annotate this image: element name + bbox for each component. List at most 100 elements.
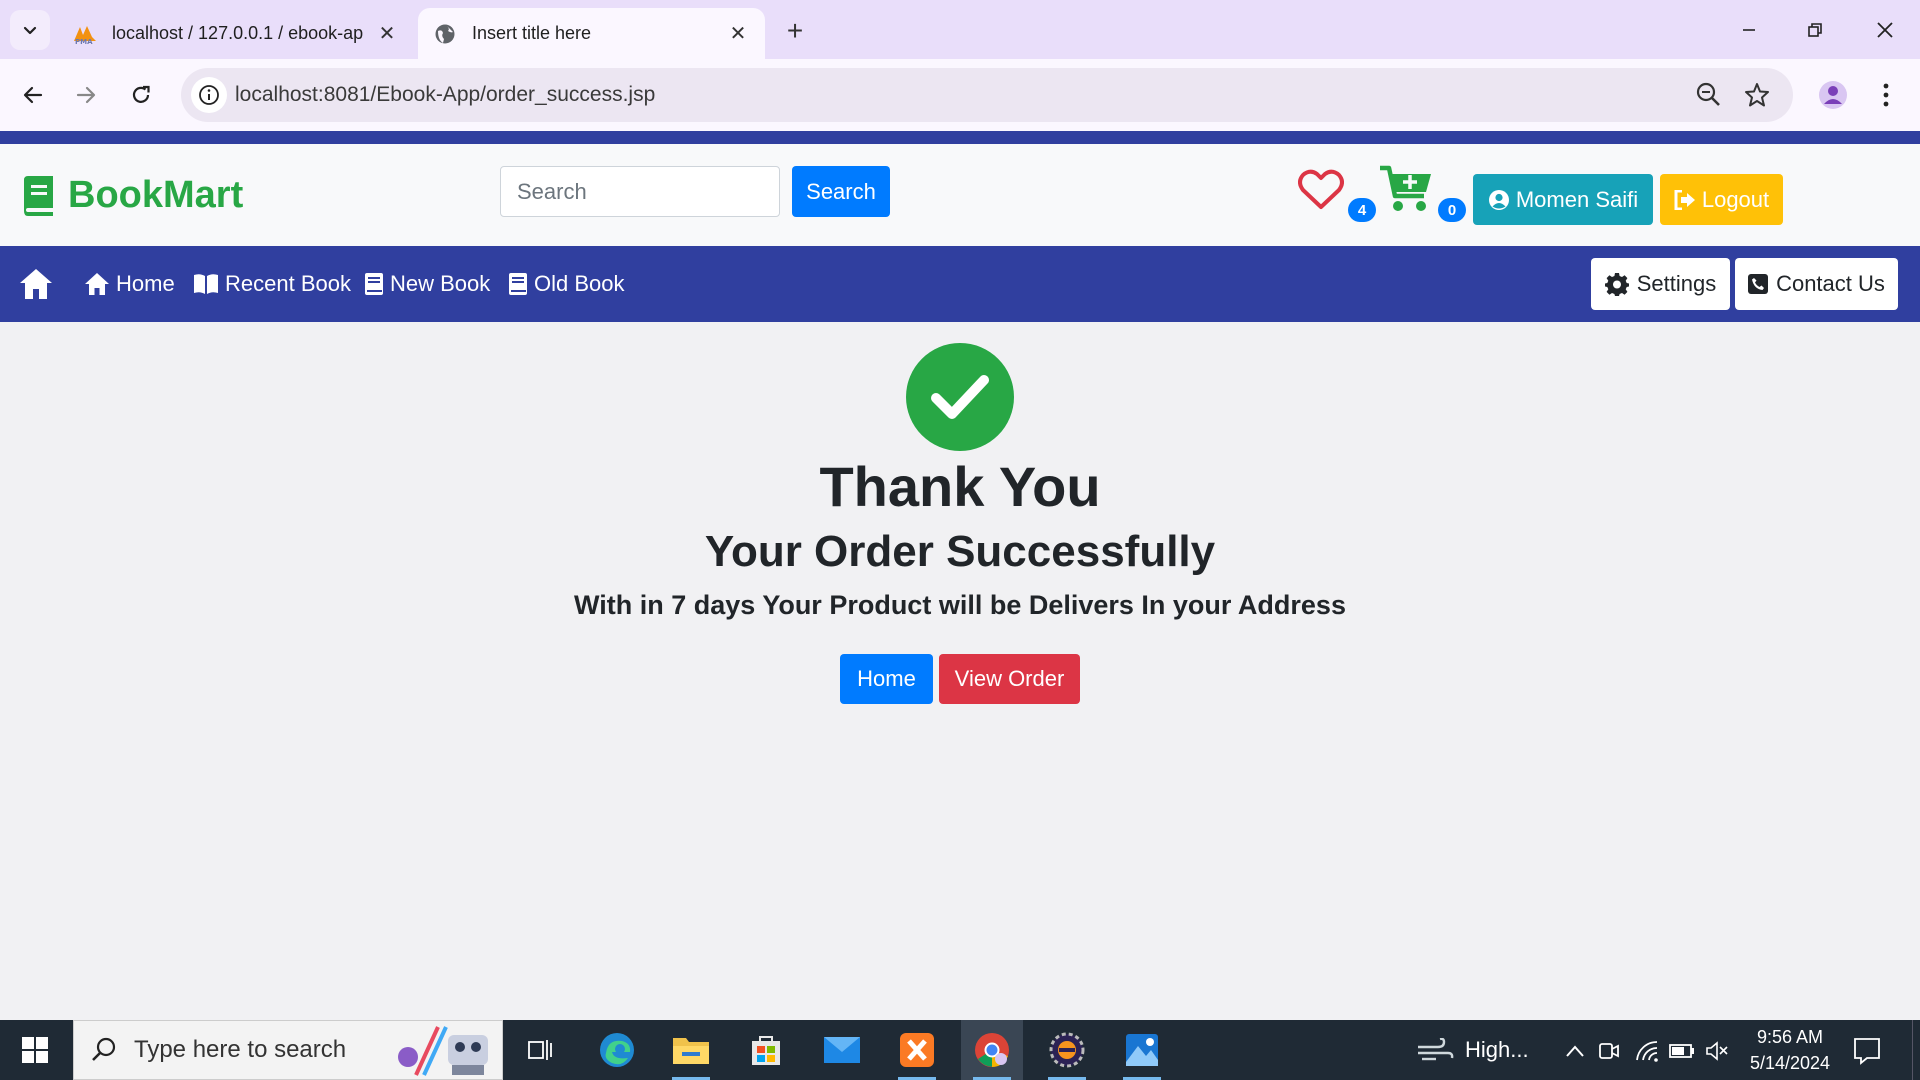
show-desktop-button[interactable] [1912, 1020, 1920, 1080]
phpmyadmin-icon: PMA [72, 21, 98, 47]
delivery-message: With in 7 days Your Product will be Deli… [574, 590, 1346, 620]
cart-count-badge: 0 [1438, 198, 1466, 222]
chrome-icon [975, 1033, 1009, 1068]
nav-item-label: New Book [390, 271, 491, 296]
meet-now-icon[interactable] [1596, 1038, 1622, 1064]
globe-icon [432, 21, 458, 47]
tab-title: Insert title here [472, 23, 592, 43]
new-tab-button[interactable]: + [778, 14, 812, 48]
browser-menu-button[interactable] [1870, 75, 1902, 115]
zoom-icon[interactable] [1695, 81, 1723, 109]
start-button[interactable] [0, 1020, 70, 1080]
edge-icon [600, 1033, 634, 1067]
restore-icon [1808, 23, 1822, 37]
user-profile-button[interactable]: Momen Saifi [1473, 174, 1653, 225]
taskbar-search-box[interactable]: Type here to search [73, 1020, 503, 1080]
folder-icon [673, 1038, 709, 1064]
tab-phpmyadmin[interactable]: PMA localhost / 127.0.0.1 / ebook-ap ✕ [58, 8, 414, 59]
close-icon[interactable]: ✕ [723, 19, 753, 49]
nav-item-home[interactable]: Home [84, 246, 175, 322]
close-icon [1877, 22, 1893, 38]
main-navbar: Home Recent Book New Book Old Book Setti… [0, 246, 1920, 322]
home-icon [85, 273, 109, 295]
settings-button[interactable]: Settings [1591, 258, 1730, 310]
cart-plus-icon[interactable] [1380, 164, 1434, 214]
mail-icon [824, 1037, 860, 1063]
home-icon[interactable] [18, 267, 54, 301]
taskbar-eclipse[interactable] [1036, 1020, 1098, 1080]
tab-search-button[interactable] [10, 10, 50, 50]
logout-button[interactable]: Logout [1660, 174, 1783, 225]
notification-icon[interactable] [1852, 1036, 1882, 1066]
volume-muted-icon[interactable] [1704, 1038, 1730, 1064]
close-icon[interactable]: ✕ [372, 19, 402, 49]
search-icon [92, 1037, 116, 1061]
clock-date: 5/14/2024 [1749, 1053, 1831, 1073]
nav-item-old-book[interactable]: Old Book [508, 246, 625, 322]
book-icon [509, 273, 527, 295]
url-text[interactable]: localhost:8081/Ebook-App/order_success.j… [235, 83, 655, 107]
profile-button[interactable] [1813, 75, 1853, 115]
tab-active[interactable]: Insert title here ✕ [418, 8, 765, 59]
taskbar-clock[interactable]: 9:56 AM 5/14/2024 [1740, 1024, 1840, 1076]
photos-icon [1126, 1034, 1158, 1066]
bookmark-star-icon[interactable] [1743, 81, 1771, 109]
taskbar-xampp[interactable] [886, 1020, 948, 1080]
heart-icon[interactable] [1298, 169, 1344, 211]
minimize-button[interactable] [1720, 8, 1778, 52]
restore-button[interactable] [1786, 8, 1844, 52]
eclipse-ide-icon [1049, 1032, 1085, 1068]
brand-name: BookMart [68, 174, 244, 216]
taskbar-search-placeholder: Type here to search [134, 1036, 347, 1063]
forward-button[interactable] [64, 73, 108, 117]
search-input[interactable] [500, 166, 780, 217]
taskbar-chrome[interactable] [961, 1020, 1023, 1080]
logout-label: Logout [1701, 186, 1770, 212]
arrow-left-icon [23, 86, 43, 104]
search-button[interactable]: Search [792, 166, 890, 217]
avatar-icon [1819, 81, 1847, 109]
user-circle-icon [1488, 189, 1509, 210]
tab-title: localhost / 127.0.0.1 / ebook-ap [112, 23, 364, 43]
site-header: BookMart Search 4 0 Momen Saifi Logout [0, 144, 1920, 246]
chevron-down-icon [23, 26, 37, 35]
book-icon [24, 175, 53, 216]
browser-tabstrip: PMA localhost / 127.0.0.1 / ebook-ap ✕ I… [0, 0, 1920, 59]
taskbar-edge[interactable] [586, 1020, 648, 1080]
view-order-button[interactable]: View Order [939, 654, 1080, 704]
clock-time: 9:56 AM [1756, 1027, 1824, 1047]
taskbar-file-explorer[interactable] [660, 1020, 722, 1080]
minimize-icon [1743, 29, 1755, 31]
user-name: Momen Saifi [1515, 186, 1639, 212]
reload-button[interactable] [119, 73, 163, 117]
svg-text:PMA: PMA [75, 38, 93, 45]
search-highlight-illustration-icon [398, 1026, 488, 1076]
windows-taskbar: Type here to search High... 9:56 AM 5/14… [0, 1020, 1920, 1080]
wifi-icon[interactable] [1634, 1038, 1660, 1064]
store-icon [752, 1036, 780, 1065]
book-icon [365, 273, 383, 295]
contact-label: Contact Us [1776, 271, 1885, 296]
weather-text[interactable]: High... [1465, 1037, 1529, 1063]
contact-us-button[interactable]: Contact Us [1735, 258, 1898, 310]
home-button[interactable]: Home [840, 654, 933, 704]
battery-icon[interactable] [1669, 1038, 1695, 1064]
nav-item-label: Old Book [534, 271, 625, 296]
task-view-button[interactable] [510, 1020, 572, 1080]
back-button[interactable] [11, 73, 55, 117]
close-window-button[interactable] [1856, 8, 1914, 52]
chevron-up-icon[interactable] [1562, 1038, 1588, 1064]
weather-wind-icon[interactable] [1416, 1038, 1454, 1064]
address-bar[interactable]: localhost:8081/Ebook-App/order_success.j… [181, 68, 1793, 122]
brand-logo[interactable]: BookMart [20, 174, 243, 217]
sign-out-icon [1674, 189, 1695, 210]
taskbar-mail[interactable] [811, 1020, 873, 1080]
taskbar-microsoft-store[interactable] [735, 1020, 797, 1080]
nav-item-recent-book[interactable]: Recent Book [193, 246, 351, 322]
xampp-icon [900, 1033, 934, 1067]
order-success-heading: Your Order Successfully [704, 527, 1216, 576]
nav-item-new-book[interactable]: New Book [364, 246, 490, 322]
taskbar-photos[interactable] [1111, 1020, 1173, 1080]
settings-label: Settings [1636, 271, 1717, 296]
site-info-icon[interactable] [191, 77, 227, 113]
